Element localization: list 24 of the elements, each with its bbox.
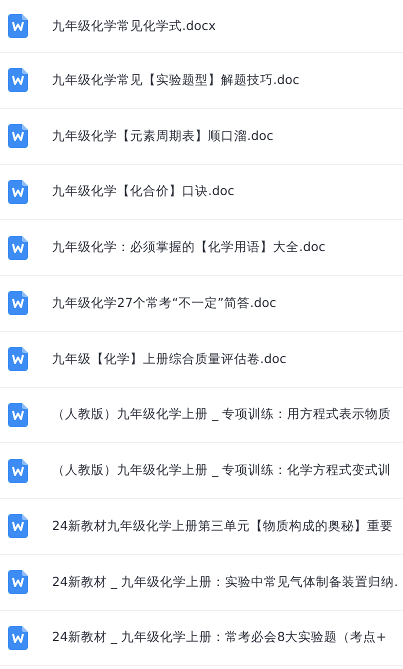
- file-name[interactable]: 九年级化学【化合价】口诀.doc: [52, 183, 234, 200]
- document-icon: [8, 14, 28, 38]
- document-icon: [8, 402, 28, 427]
- document-icon: [8, 236, 28, 260]
- document-icon: [8, 626, 28, 650]
- file-name[interactable]: 九年级【化学】上册综合质量评估卷.doc: [52, 350, 286, 368]
- file-name[interactable]: （人教版）九年级化学上册 _ 专项训练：用方程式表示物质: [52, 406, 392, 424]
- file-name[interactable]: 九年级化学：必须掌握的【化学用语】大全.doc: [52, 239, 326, 256]
- document-icon: [8, 514, 28, 538]
- document-icon: [8, 570, 28, 594]
- file-name[interactable]: 24新教材九年级化学上册第三单元【物质构成的奥秘】重要: [52, 518, 393, 535]
- file-name[interactable]: （人教版）九年级化学上册 _ 专项训练：化学方程式变式训: [52, 462, 392, 480]
- file-name[interactable]: 九年级化学27个常考“不一定”简答.doc: [52, 294, 276, 312]
- document-icon: [8, 291, 28, 316]
- document-icon: [8, 180, 28, 204]
- document-icon: [8, 124, 28, 148]
- document-icon: [8, 68, 28, 92]
- file-name[interactable]: 九年级化学【元素周期表】顺口溜.doc: [52, 128, 274, 145]
- file-name[interactable]: 九年级化学常见化学式.docx: [52, 18, 216, 34]
- document-icon: [8, 458, 28, 483]
- file-name[interactable]: 24新教材 _ 九年级化学上册：常考必会8大实验题（考点+: [52, 629, 387, 646]
- file-name[interactable]: 24新教材 _ 九年级化学上册：实验中常见气体制备装置归纳.: [52, 574, 398, 591]
- file-name[interactable]: 九年级化学常见【实验题型】解题技巧.doc: [52, 72, 300, 89]
- document-icon: [8, 347, 28, 372]
